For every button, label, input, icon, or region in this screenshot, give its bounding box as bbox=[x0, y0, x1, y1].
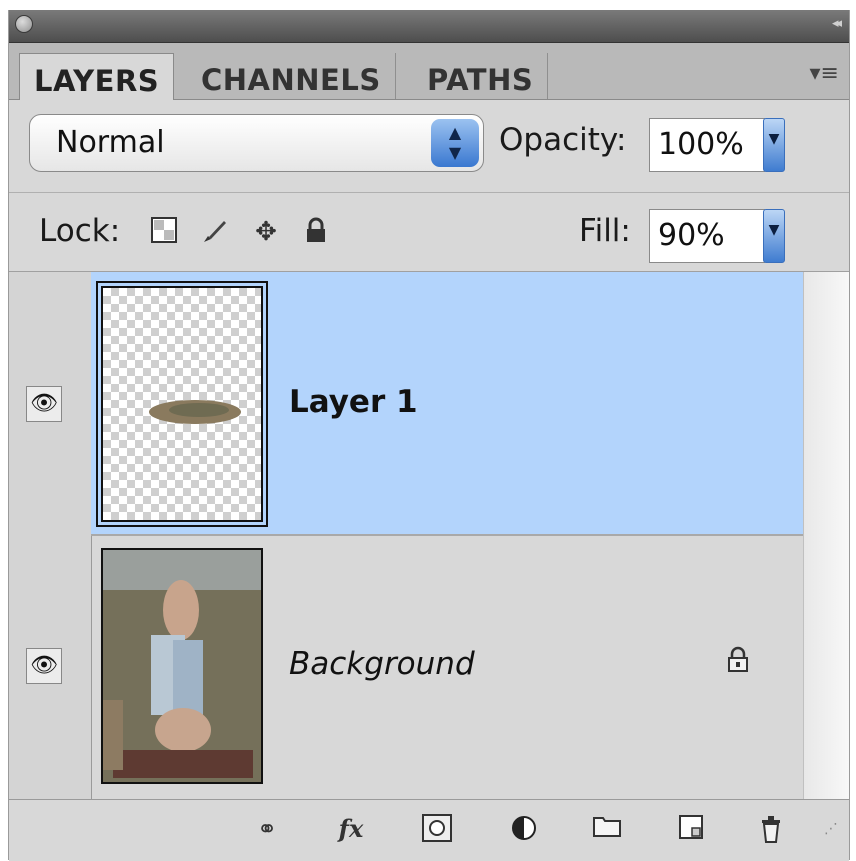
blend-options-row: Normal ▲ ▼ Opacity: 100% ▼ bbox=[9, 100, 849, 193]
opacity-dropdown-icon[interactable]: ▼ bbox=[763, 118, 785, 172]
collapse-icon[interactable]: ◂◂ bbox=[832, 16, 842, 31]
close-icon[interactable] bbox=[15, 15, 33, 33]
eye-icon[interactable]: 👁 bbox=[26, 648, 62, 684]
fx-icon[interactable]: fx bbox=[329, 814, 373, 844]
layer-name[interactable]: Background bbox=[289, 646, 475, 682]
up-down-arrows-icon[interactable]: ▲ ▼ bbox=[431, 119, 479, 167]
opacity-input[interactable]: 100% bbox=[649, 118, 765, 172]
background-thumbnail[interactable] bbox=[101, 548, 263, 784]
fill-input[interactable]: 90% bbox=[649, 209, 765, 263]
layer-thumbnail[interactable] bbox=[96, 281, 268, 527]
layer-name[interactable]: Layer 1 bbox=[289, 384, 418, 420]
lock-transparency-icon[interactable] bbox=[149, 217, 179, 247]
layer-mask-icon[interactable] bbox=[419, 814, 455, 844]
tab-layers[interactable]: LAYERS bbox=[19, 53, 175, 100]
layer-row-background[interactable]: 👁 Background bbox=[9, 536, 803, 799]
lock-pixels-brush-icon[interactable] bbox=[199, 217, 229, 247]
lock-position-move-icon[interactable]: ✥ bbox=[251, 217, 281, 247]
lock-row: Lock: ✥ Fill: 90% ▼ bbox=[9, 193, 849, 272]
eye-icon[interactable]: 👁 bbox=[26, 386, 62, 422]
adjustment-layer-icon[interactable] bbox=[505, 814, 545, 844]
opacity-label: Opacity: bbox=[499, 122, 627, 158]
new-group-icon[interactable] bbox=[589, 814, 625, 844]
layers-panel: ◂◂ LAYERS CHANNELS PATHS ▾≡ Normal ▲ ▼ Op… bbox=[8, 10, 850, 861]
blend-mode-select[interactable]: Normal ▲ ▼ bbox=[29, 114, 484, 172]
layers-footer-toolbar: ⚭ fx ⋰ bbox=[9, 799, 849, 861]
lock-label: Lock: bbox=[39, 213, 121, 249]
trash-icon[interactable] bbox=[753, 814, 789, 844]
new-layer-icon[interactable] bbox=[673, 814, 709, 844]
layers-scrollbar[interactable] bbox=[803, 272, 849, 799]
panel-menu-icon[interactable]: ▾≡ bbox=[810, 61, 839, 86]
layer-row-layer-1[interactable]: 👁 Layer 1 bbox=[9, 272, 803, 534]
panel-title-bar[interactable]: ◂◂ bbox=[9, 10, 849, 43]
lock-all-icon[interactable] bbox=[301, 217, 331, 247]
tab-paths[interactable]: PATHS bbox=[413, 53, 549, 99]
tab-channels[interactable]: CHANNELS bbox=[187, 53, 396, 99]
fill-dropdown-icon[interactable]: ▼ bbox=[763, 209, 785, 263]
link-layers-icon[interactable]: ⚭ bbox=[245, 814, 289, 844]
fill-label: Fill: bbox=[579, 213, 631, 249]
resize-grip-icon[interactable]: ⋰ bbox=[819, 814, 843, 844]
layer-locked-icon bbox=[727, 646, 753, 676]
layers-list: 👁 Layer 1 👁 Background bbox=[9, 272, 849, 799]
tab-bar: LAYERS CHANNELS PATHS ▾≡ bbox=[9, 43, 849, 100]
blend-mode-value: Normal bbox=[56, 125, 165, 160]
